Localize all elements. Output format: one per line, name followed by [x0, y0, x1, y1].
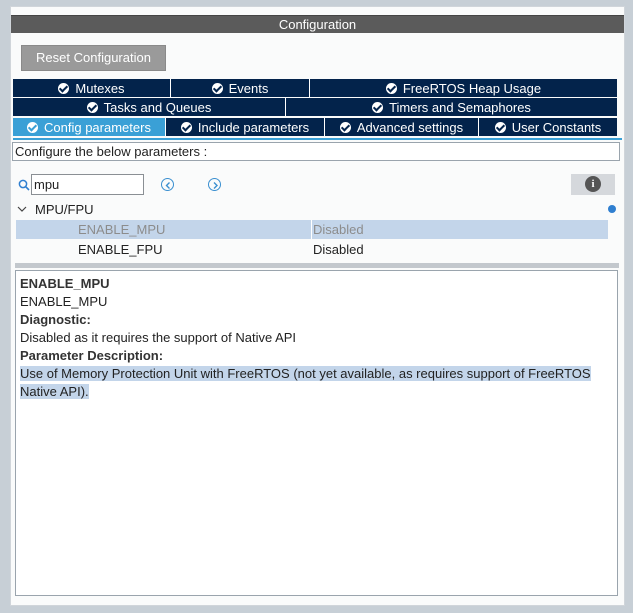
description-line-2: Native API).: [20, 384, 89, 399]
tab-config-parameters[interactable]: Config parameters: [13, 118, 166, 136]
window-frame: Configuration Reset Configuration Mutexe…: [0, 0, 633, 613]
check-circle-icon: [211, 82, 223, 94]
check-circle-icon: [494, 121, 506, 133]
tab-mutexes[interactable]: Mutexes: [13, 79, 171, 97]
param-name: ENABLE_MPU: [78, 222, 166, 237]
configuration-panel: Configuration Reset Configuration Mutexe…: [10, 6, 625, 606]
tab-include-parameters[interactable]: Include parameters: [166, 118, 325, 136]
tab-label: Events: [228, 80, 269, 96]
chevron-right-icon: [213, 182, 218, 189]
info-icon: i: [585, 176, 601, 192]
check-circle-icon: [180, 121, 192, 133]
tab-label: Mutexes: [75, 80, 125, 96]
tab-label: FreeRTOS Heap Usage: [402, 80, 542, 96]
chevron-down-icon: [17, 206, 27, 212]
tab-events[interactable]: Events: [171, 79, 310, 97]
diagnostic-text: Disabled as it requires the support of N…: [20, 330, 297, 345]
check-circle-icon: [27, 121, 39, 133]
configure-hint: Configure the below parameters :: [12, 142, 620, 161]
tab-label: Advanced settings: [356, 119, 464, 135]
tree-group-mpu-fpu[interactable]: MPU/FPU: [15, 200, 94, 218]
tab-row-3: Config parameters Include parameters Adv…: [13, 118, 617, 136]
description-title: ENABLE_MPU: [20, 276, 110, 291]
parameter-description-label: Parameter Description:: [20, 348, 164, 363]
diagnostic-label: Diagnostic:: [20, 312, 91, 327]
description-line-1: Use of Memory Protection Unit with FreeR…: [20, 366, 591, 381]
check-circle-icon: [86, 101, 98, 113]
tab-advanced-settings[interactable]: Advanced settings: [325, 118, 479, 136]
search-icon: [18, 179, 30, 191]
tab-user-constants[interactable]: User Constants: [479, 118, 617, 136]
scrollbar-thumb[interactable]: [608, 205, 616, 213]
search-next-button[interactable]: [208, 178, 221, 191]
reset-configuration-button[interactable]: Reset Configuration: [21, 45, 166, 71]
tab-row-1: Mutexes Events FreeRTOS Heap Usage: [13, 79, 617, 97]
tab-label: Include parameters: [197, 119, 310, 135]
tab-label: Tasks and Queues: [103, 99, 212, 115]
check-circle-icon: [339, 121, 351, 133]
tab-label: Config parameters: [44, 119, 151, 135]
check-circle-icon: [385, 82, 397, 94]
tab-label: User Constants: [511, 119, 602, 135]
parameter-tree: MPU/FPU ENABLE_MPU Disabled ENABLE_FPU D…: [15, 200, 615, 262]
tab-row-2: Tasks and Queues Timers and Semaphores: [13, 98, 617, 116]
panel-title: Configuration: [11, 15, 624, 33]
tab-label: Timers and Semaphores: [389, 99, 531, 115]
tab-tasks-and-queues[interactable]: Tasks and Queues: [13, 98, 286, 116]
tab-freertos-heap-usage[interactable]: FreeRTOS Heap Usage: [310, 79, 617, 97]
param-row-enable-mpu[interactable]: ENABLE_MPU Disabled: [16, 220, 608, 239]
info-button[interactable]: i: [571, 174, 615, 195]
param-value: Disabled: [313, 242, 364, 257]
check-circle-icon: [372, 101, 384, 113]
parameter-description-text: Use of Memory Protection Unit with FreeR…: [20, 365, 613, 401]
check-circle-icon: [58, 82, 70, 94]
search-previous-button[interactable]: [161, 178, 174, 191]
chevron-left-icon: [165, 182, 170, 189]
tree-scrollbar[interactable]: [608, 200, 616, 262]
tab-underline: [13, 138, 622, 140]
pane-splitter[interactable]: [15, 263, 619, 268]
param-value: Disabled: [313, 222, 364, 237]
column-divider: [311, 220, 312, 239]
group-label: MPU/FPU: [35, 201, 94, 217]
param-row-enable-fpu[interactable]: ENABLE_FPU Disabled: [16, 240, 608, 259]
parameter-description-pane: ENABLE_MPU ENABLE_MPU Diagnostic: Disabl…: [15, 270, 618, 596]
description-param-name: ENABLE_MPU: [20, 294, 108, 309]
param-name: ENABLE_FPU: [78, 242, 163, 257]
search-input[interactable]: [31, 174, 144, 195]
tab-timers-and-semaphores[interactable]: Timers and Semaphores: [286, 98, 617, 116]
